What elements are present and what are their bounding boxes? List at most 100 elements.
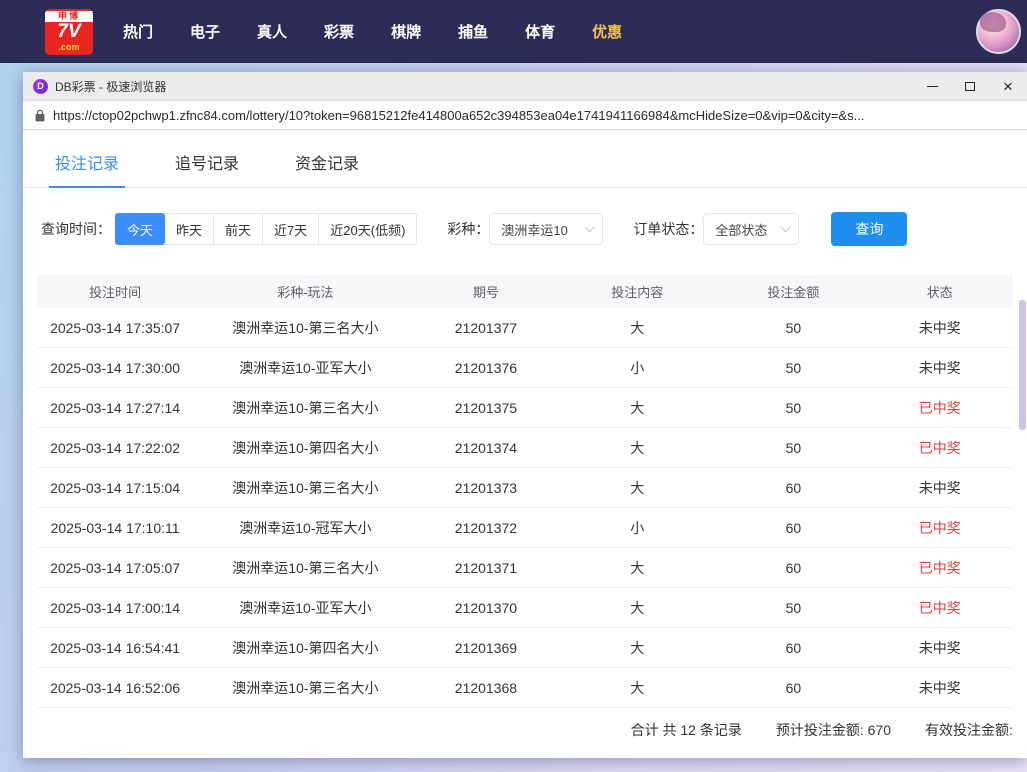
cell-content: 小 <box>554 358 720 378</box>
cell-game: 澳洲幸运10-第三名大小 <box>193 558 417 578</box>
lock-icon <box>35 109 45 122</box>
browser-app-icon: D <box>33 79 48 94</box>
table-body: 2025-03-14 17:35:07澳洲幸运10-第三名大小21201377大… <box>37 308 1013 708</box>
time-filter-group: 今天昨天前天近7天近20天(低频) <box>115 213 417 245</box>
logo-text-main: 7V <box>57 22 80 42</box>
chevron-down-icon <box>585 222 595 232</box>
cell-content: 大 <box>554 438 720 458</box>
close-button[interactable]: × <box>989 72 1027 100</box>
nav-item-5[interactable]: 捕鱼 <box>458 21 488 42</box>
summary-expected-amount: 预计投注金额: 670 <box>776 720 891 740</box>
tab-2[interactable]: 资金记录 <box>289 150 365 187</box>
cell-content: 大 <box>554 678 720 698</box>
window-controls: × <box>913 72 1027 100</box>
lottery-filter-label: 彩种： <box>447 219 489 239</box>
time-option-2[interactable]: 前天 <box>214 213 263 245</box>
summary-valid-amount: 有效投注金额: <box>925 720 1013 740</box>
header-1: 彩种-玩法 <box>193 282 417 301</box>
minimize-button[interactable] <box>913 72 951 100</box>
table-row: 2025-03-14 17:22:02澳洲幸运10-第四名大小21201374大… <box>37 428 1013 468</box>
cell-time: 2025-03-14 17:35:07 <box>37 320 193 336</box>
cell-time: 2025-03-14 17:15:04 <box>37 480 193 496</box>
cell-amount: 60 <box>720 480 866 496</box>
cell-time: 2025-03-14 16:52:06 <box>37 680 193 696</box>
cell-issue: 21201374 <box>418 440 555 456</box>
time-option-0[interactable]: 今天 <box>115 213 165 245</box>
order-status-select[interactable]: 全部状态 <box>703 213 799 245</box>
cell-amount: 50 <box>720 360 866 376</box>
maximize-button[interactable] <box>951 72 989 100</box>
filter-bar: 查询时间： 今天昨天前天近7天近20天(低频) 彩种： 澳洲幸运10 订单状态：… <box>41 212 1027 246</box>
nav-item-2[interactable]: 真人 <box>257 21 287 42</box>
cell-status: 未中奖 <box>867 318 1013 338</box>
cell-game: 澳洲幸运10-冠军大小 <box>193 518 417 538</box>
table-row: 2025-03-14 16:54:41澳洲幸运10-第四名大小21201369大… <box>37 628 1013 668</box>
cell-status: 已中奖 <box>867 398 1013 418</box>
nav-item-1[interactable]: 电子 <box>190 21 220 42</box>
cell-issue: 21201376 <box>418 360 555 376</box>
cell-issue: 21201371 <box>418 560 555 576</box>
table-row: 2025-03-14 17:30:00澳洲幸运10-亚军大小21201376小5… <box>37 348 1013 388</box>
page-content: 投注记录 追号记录 资金记录 查询时间： 今天昨天前天近7天近20天(低频) 彩种：… <box>23 130 1027 758</box>
cell-amount: 60 <box>720 680 866 696</box>
summary-row: 合计 共 12 条记录 预计投注金额: 670 有效投注金额: <box>37 708 1013 752</box>
header-2: 期号 <box>418 282 555 301</box>
table-row: 2025-03-14 17:10:11澳洲幸运10-冠军大小21201372小6… <box>37 508 1013 548</box>
nav-item-4[interactable]: 棋牌 <box>391 21 421 42</box>
cell-content: 大 <box>554 398 720 418</box>
cell-game: 澳洲幸运10-第三名大小 <box>193 678 417 698</box>
cell-content: 大 <box>554 598 720 618</box>
nav-items: 热门 电子 真人 彩票 棋牌 捕鱼 体育 优惠 <box>123 21 659 42</box>
cell-content: 大 <box>554 638 720 658</box>
nav-item-3[interactable]: 彩票 <box>324 21 354 42</box>
cell-time: 2025-03-14 16:54:41 <box>37 640 193 656</box>
table-row: 2025-03-14 17:00:14澳洲幸运10-亚军大小21201370大5… <box>37 588 1013 628</box>
cell-status: 未中奖 <box>867 678 1013 698</box>
nav-item-0[interactable]: 热门 <box>123 21 153 42</box>
table-header-row: 投注时间彩种-玩法期号投注内容投注金额状态 <box>37 274 1013 308</box>
logo-text-suffix: .com <box>58 42 79 52</box>
order-status-select-value: 全部状态 <box>715 220 767 239</box>
top-nav-bar: 申博 7V .com 热门 电子 真人 彩票 棋牌 捕鱼 体育 优惠 <box>0 0 1027 63</box>
header-5: 状态 <box>867 282 1013 301</box>
cell-issue: 21201370 <box>418 600 555 616</box>
window-title-bar: D DB彩票 - 极速浏览器 × <box>23 72 1027 101</box>
nav-item-6[interactable]: 体育 <box>525 21 555 42</box>
bet-records-table: 投注时间彩种-玩法期号投注内容投注金额状态 2025-03-14 17:35:0… <box>37 274 1013 752</box>
cell-amount: 60 <box>720 560 866 576</box>
cell-status: 已中奖 <box>867 558 1013 578</box>
cell-status: 未中奖 <box>867 478 1013 498</box>
cell-amount: 50 <box>720 600 866 616</box>
site-logo[interactable]: 申博 7V .com <box>45 9 93 55</box>
vertical-scrollbar-thumb[interactable] <box>1019 300 1026 430</box>
chevron-down-icon <box>781 222 791 232</box>
tab-0[interactable]: 投注记录 <box>49 150 125 188</box>
lottery-select[interactable]: 澳洲幸运10 <box>489 213 603 245</box>
nav-item-7[interactable]: 优惠 <box>592 21 622 42</box>
cell-time: 2025-03-14 17:05:07 <box>37 560 193 576</box>
lottery-select-value: 澳洲幸运10 <box>501 220 567 239</box>
header-0: 投注时间 <box>37 282 193 301</box>
tab-1[interactable]: 追号记录 <box>169 150 245 187</box>
time-option-1[interactable]: 昨天 <box>165 213 214 245</box>
query-button[interactable]: 查询 <box>831 212 907 246</box>
time-option-3[interactable]: 近7天 <box>263 213 319 245</box>
cell-amount: 60 <box>720 520 866 536</box>
cell-game: 澳洲幸运10-第四名大小 <box>193 638 417 658</box>
cell-game: 澳洲幸运10-第三名大小 <box>193 478 417 498</box>
maximize-icon <box>965 82 975 91</box>
url-text: https://ctop02pchwp1.zfnc84.com/lottery/… <box>53 108 864 123</box>
cell-amount: 50 <box>720 320 866 336</box>
header-3: 投注内容 <box>554 282 720 301</box>
cell-amount: 60 <box>720 640 866 656</box>
cell-game: 澳洲幸运10-第四名大小 <box>193 438 417 458</box>
cell-issue: 21201369 <box>418 640 555 656</box>
table-row: 2025-03-14 17:27:14澳洲幸运10-第三名大小21201375大… <box>37 388 1013 428</box>
user-avatar[interactable] <box>976 9 1021 54</box>
cell-amount: 50 <box>720 440 866 456</box>
cell-time: 2025-03-14 17:27:14 <box>37 400 193 416</box>
address-bar[interactable]: https://ctop02pchwp1.zfnc84.com/lottery/… <box>23 101 1027 130</box>
time-option-4[interactable]: 近20天(低频) <box>319 213 417 245</box>
minimize-icon <box>927 86 938 87</box>
cell-game: 澳洲幸运10-第三名大小 <box>193 318 417 338</box>
